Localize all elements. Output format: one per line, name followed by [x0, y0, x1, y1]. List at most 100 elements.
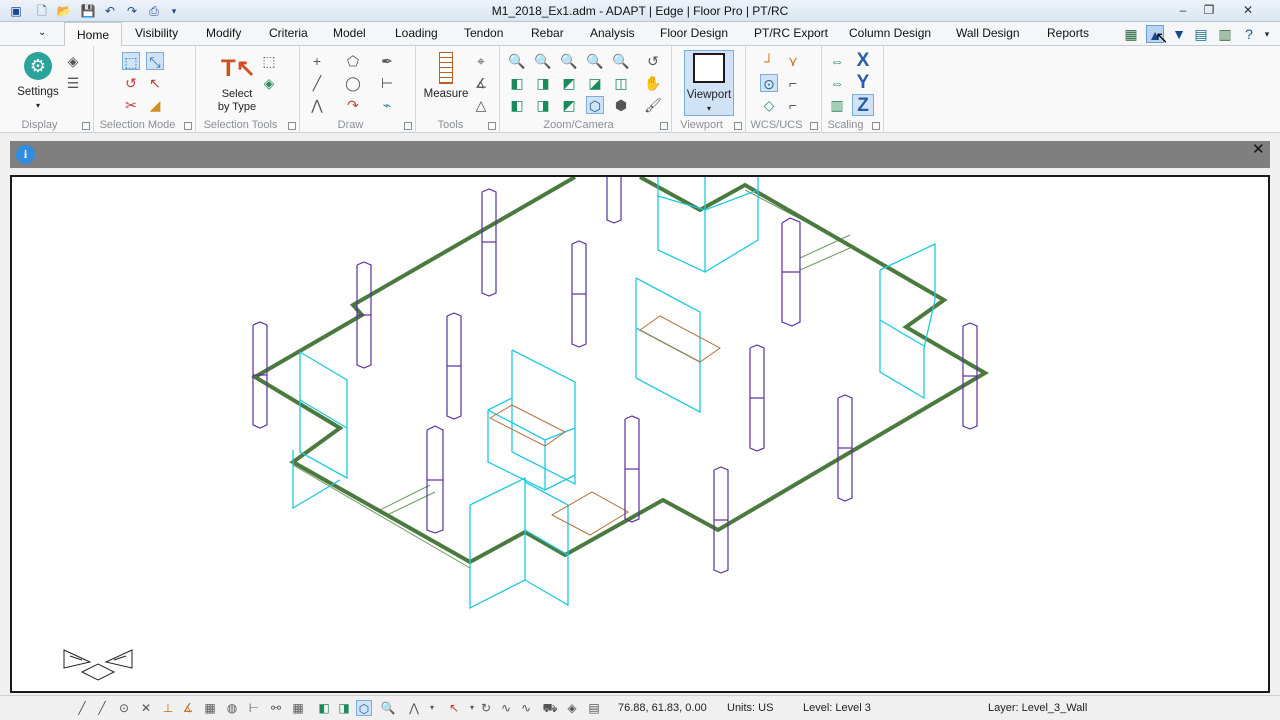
pen-icon[interactable]: ✒ — [378, 52, 396, 70]
select-similar-icon[interactable]: ⬚ — [260, 52, 278, 70]
tab-rebar[interactable]: Rebar — [531, 26, 564, 40]
tab-column-design[interactable]: Column Design — [849, 26, 931, 40]
tendon-icon[interactable]: ∿ — [498, 700, 514, 716]
tab-model[interactable]: Model — [333, 26, 366, 40]
snap-quadrant-icon[interactable]: ⚯ — [268, 700, 284, 716]
ucs-origin-icon[interactable]: ⊙ — [760, 74, 778, 92]
crossing-select-icon[interactable]: ⤡ — [146, 52, 164, 70]
select-layer-icon[interactable]: ◈ — [260, 74, 278, 92]
point-icon[interactable]: + — [308, 52, 326, 70]
snap-endpoint-icon[interactable]: ╱ — [94, 700, 110, 716]
columns[interactable] — [252, 177, 978, 574]
scale-z-label[interactable]: Z — [852, 94, 874, 116]
tab-floor-design[interactable]: Floor Design — [660, 26, 728, 40]
help-icon[interactable]: ? — [1240, 25, 1258, 43]
polyline-icon[interactable]: ⬠ — [344, 52, 362, 70]
tab-home[interactable]: Home — [64, 22, 123, 47]
group-expand-icon[interactable] — [184, 122, 192, 130]
dimension-icon[interactable]: ⊢ — [378, 74, 396, 92]
select-by-type-button[interactable]: T↖ Select by Type — [210, 54, 264, 114]
scale-x-icon[interactable]: ⇔ — [828, 52, 846, 70]
refresh-icon[interactable]: ↻ — [478, 700, 494, 716]
circle-icon[interactable]: ◯ — [344, 74, 362, 92]
units-indicator[interactable]: Units: US — [727, 702, 773, 714]
car-icon[interactable]: ⛟ — [542, 700, 558, 716]
list-icon[interactable]: ▤ — [586, 700, 602, 716]
rebar-icon[interactable]: ∿ — [518, 700, 534, 716]
iso-sw-icon[interactable]: ◧ — [508, 96, 526, 114]
orbit-icon[interactable]: ↺ — [644, 52, 662, 70]
snap-node-icon[interactable]: ⊢ — [246, 700, 262, 716]
measure-button[interactable]: Measure — [420, 52, 472, 101]
tab-criteria[interactable]: Criteria — [269, 26, 308, 40]
view-top-icon[interactable]: ◧ — [508, 74, 526, 92]
view-iso-icon[interactable]: ◧ — [316, 700, 332, 716]
level-stack-icon[interactable]: ▦ — [1122, 25, 1140, 43]
snap-perpendicular-icon[interactable]: ⊥ — [160, 700, 176, 716]
multi-level-icon[interactable]: ▥ — [1216, 25, 1234, 43]
area-icon[interactable]: △ — [472, 96, 490, 114]
zoom-previous-icon[interactable]: 🔍 — [560, 52, 578, 70]
ucs-view-icon[interactable]: ⌐ — [784, 96, 802, 114]
grid-icon[interactable]: ▦ — [202, 700, 218, 716]
walls[interactable] — [292, 177, 936, 610]
iso-ne-icon[interactable]: ◩ — [560, 96, 578, 114]
snap-line-icon[interactable]: ╱ — [74, 700, 90, 716]
render-cube-icon[interactable]: ⬢ — [612, 96, 630, 114]
arc-icon[interactable]: ↷ — [344, 96, 362, 114]
slab-edge[interactable] — [251, 177, 989, 565]
scale-y-label[interactable]: Y — [852, 72, 874, 94]
group-expand-icon[interactable] — [810, 122, 818, 130]
status-zoom-icon[interactable]: 🔍 — [380, 700, 396, 716]
window-select-icon[interactable]: ⬚ — [122, 52, 140, 70]
group-expand-icon[interactable] — [660, 122, 668, 130]
group-expand-icon[interactable] — [872, 122, 880, 130]
view-side-icon[interactable]: ◩ — [560, 74, 578, 92]
polygon-select-icon[interactable]: ◢ — [146, 96, 164, 114]
group-expand-icon[interactable] — [488, 122, 496, 130]
snap-center-icon[interactable]: ⊙ — [116, 700, 132, 716]
tab-analysis[interactable]: Analysis — [590, 26, 635, 40]
settings-button[interactable]: ⚙ Settings ▾ — [12, 52, 64, 112]
tab-tendon[interactable]: Tendon — [464, 26, 503, 40]
angle-icon[interactable]: ∡ — [472, 74, 490, 92]
grid-display-icon[interactable]: ▦ — [290, 700, 306, 716]
restore-button[interactable]: ❐ — [1196, 2, 1222, 19]
ucs-3point-icon[interactable]: ⌐ — [784, 74, 802, 92]
model-viewport[interactable] — [10, 175, 1270, 693]
zoom-out-icon[interactable]: 🔍 — [612, 52, 630, 70]
iso-se-icon[interactable]: ◨ — [534, 96, 552, 114]
model-canvas[interactable] — [12, 177, 1268, 691]
view-iso-active-icon[interactable]: ⬡ — [356, 700, 372, 716]
ucs-icon[interactable]: ⋎ — [784, 52, 802, 70]
group-expand-icon[interactable] — [734, 122, 742, 130]
level-indicator[interactable]: Level: Level 3 — [803, 702, 871, 714]
view-iso-2-icon[interactable]: ◨ — [336, 700, 352, 716]
line-icon[interactable]: ╱ — [308, 74, 326, 92]
scale-y-icon[interactable]: ⇔ — [828, 74, 846, 92]
view-front-icon[interactable]: ◨ — [534, 74, 552, 92]
tab-visibility[interactable]: Visibility — [135, 26, 178, 40]
tab-wall-design[interactable]: Wall Design — [956, 26, 1020, 40]
ucs-object-icon[interactable]: ◇ — [760, 96, 778, 114]
zoom-extents-icon[interactable]: 🔍 — [534, 52, 552, 70]
close-button[interactable]: ✕ — [1232, 2, 1264, 19]
fence-select-icon[interactable]: ✂ — [122, 96, 140, 114]
all-levels-icon[interactable]: ▤ — [1192, 25, 1210, 43]
iso-nw-icon[interactable]: ⬡ — [586, 96, 604, 114]
view-back-icon[interactable]: ◪ — [586, 74, 604, 92]
trim-icon[interactable]: ⌁ — [378, 96, 396, 114]
tab-loading[interactable]: Loading — [395, 26, 438, 40]
group-expand-icon[interactable] — [288, 122, 296, 130]
brush-icon[interactable]: 🖌 — [644, 96, 662, 114]
view-bottom-icon[interactable]: ◫ — [612, 74, 630, 92]
zigzag-line-icon[interactable]: ⋀ — [308, 96, 326, 114]
selection-filter-icon[interactable]: ↖ — [446, 700, 462, 716]
group-expand-icon[interactable] — [82, 122, 90, 130]
minimize-button[interactable]: – — [1170, 2, 1196, 19]
lasso-select-icon[interactable]: ↺ — [122, 74, 140, 92]
linetype-icon[interactable]: ☰ — [64, 74, 82, 92]
tab-modify[interactable]: Modify — [206, 26, 241, 40]
group-expand-icon[interactable] — [404, 122, 412, 130]
level-down-icon[interactable]: ▼ — [1170, 25, 1188, 43]
